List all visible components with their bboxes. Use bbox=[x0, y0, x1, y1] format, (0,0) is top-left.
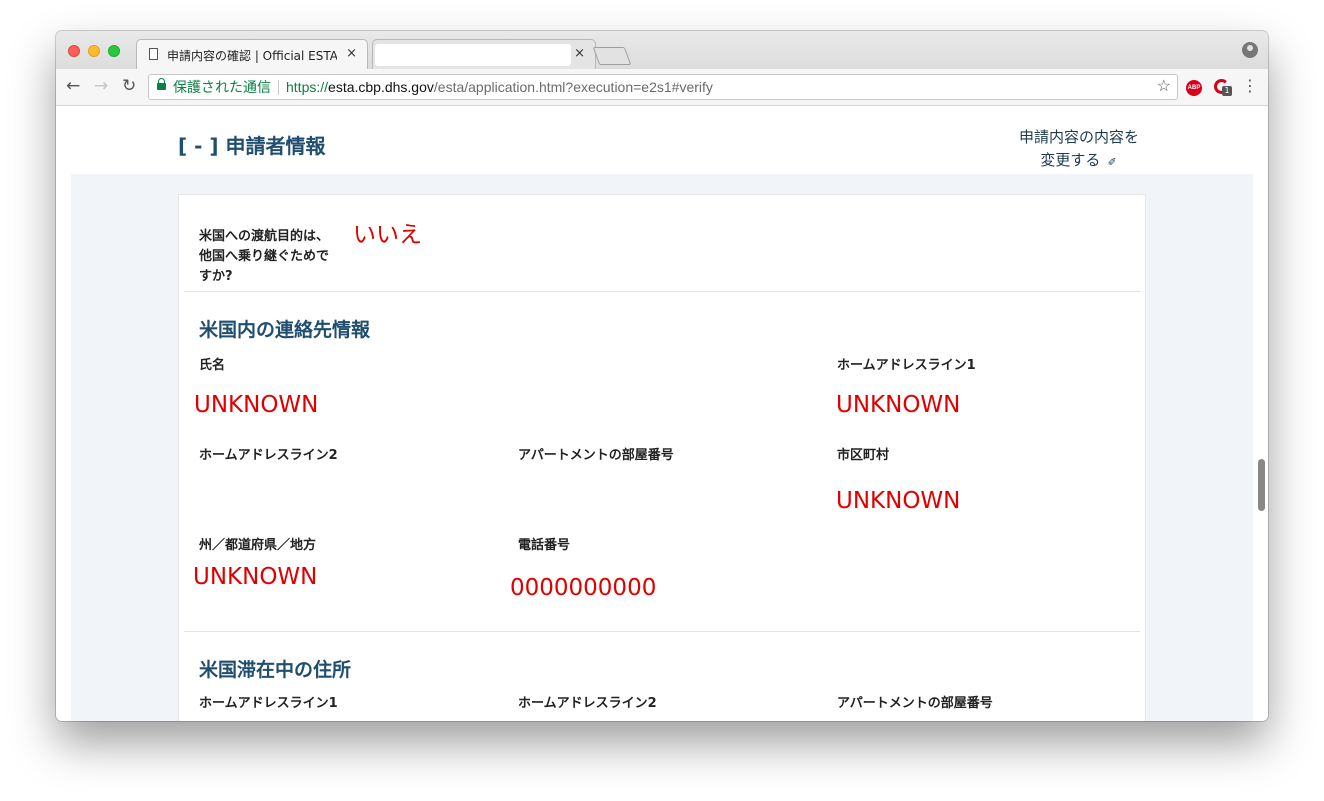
close-tab-icon[interactable]: × bbox=[574, 46, 585, 61]
tab-title: 申請内容の確認 | Official ESTA Application Webs… bbox=[167, 49, 337, 63]
document-icon bbox=[149, 48, 158, 60]
transit-question-label: 米国への渡航目的は、他国へ乗り継ぐためですか? bbox=[199, 229, 330, 284]
contact-address-line1-label: ホームアドレスライン1 bbox=[837, 358, 976, 373]
edit-link-line2: 変更する bbox=[1040, 151, 1101, 169]
forward-arrow-icon[interactable]: → bbox=[94, 77, 108, 95]
url-text[interactable]: https://esta.cbp.dhs.gov/esta/applicatio… bbox=[286, 75, 713, 99]
address-bar[interactable]: 保護された通信 https://esta.cbp.dhs.gov/esta/ap… bbox=[148, 74, 1178, 100]
reload-icon[interactable]: ↻ bbox=[122, 77, 136, 95]
contact-address-line2-label: ホームアドレスライン2 bbox=[199, 448, 338, 463]
contact-state-value: UNKNOWN bbox=[193, 564, 318, 590]
contact-city-label: 市区町村 bbox=[837, 448, 890, 463]
tab-strip: 申請内容の確認 | Official ESTA Application Webs… bbox=[56, 31, 1268, 69]
pencil-icon: ✏ bbox=[1105, 153, 1121, 170]
contact-state-label: 州／都道府県／地方 bbox=[199, 538, 317, 553]
secure-connection-label[interactable]: 保護された通信 bbox=[173, 75, 271, 99]
browser-window: 申請内容の確認 | Official ESTA Application Webs… bbox=[56, 31, 1268, 721]
contact-phone-value: 0000000000 bbox=[510, 575, 657, 601]
url-host: esta.cbp.dhs.gov bbox=[328, 79, 434, 95]
edit-link-line1: 申請内容の内容を bbox=[1018, 128, 1139, 146]
contact-name-value: UNKNOWN bbox=[194, 392, 319, 418]
bookmark-star-icon[interactable]: ☆ bbox=[1157, 75, 1171, 99]
edit-application-link[interactable]: 申請内容の内容を 変更する ✏ bbox=[1011, 126, 1147, 174]
us-contact-section-title: 米国内の連絡先情報 bbox=[199, 319, 371, 341]
contact-city-value: UNKNOWN bbox=[836, 488, 961, 514]
new-tab-button[interactable] bbox=[592, 47, 632, 65]
tab-blank[interactable]: × bbox=[372, 39, 596, 69]
close-window-button[interactable] bbox=[68, 45, 80, 57]
browser-toolbar: ← → ↻ 保護された通信 https://esta.cbp.dhs.gov/e… bbox=[56, 69, 1268, 106]
profile-icon[interactable] bbox=[1242, 42, 1258, 58]
section-divider bbox=[184, 291, 1140, 292]
tab-blank-title bbox=[375, 44, 571, 66]
close-tab-icon[interactable]: × bbox=[346, 46, 357, 61]
minimize-window-button[interactable] bbox=[88, 45, 100, 57]
back-arrow-icon[interactable]: ← bbox=[66, 77, 80, 95]
tab-esta-verify[interactable]: 申請内容の確認 | Official ESTA Application Webs… bbox=[136, 39, 368, 69]
contact-address-line1-value: UNKNOWN bbox=[836, 392, 961, 418]
applicant-info-card: 米国への渡航目的は、他国へ乗り継ぐためですか? いいえ 米国内の連絡先情報 氏名… bbox=[178, 194, 1146, 721]
extension-badge: 1 bbox=[1222, 86, 1232, 96]
menu-kebab-icon[interactable]: ⋮ bbox=[1242, 76, 1258, 95]
stay-address-line2-label: ホームアドレスライン2 bbox=[518, 696, 657, 711]
page-viewport: [ - ] 申請者情報 申請内容の内容を 変更する ✏ 米国への渡航目的は、他国へ… bbox=[56, 106, 1268, 721]
applicant-info-toggle[interactable]: [ - ] 申請者情報 bbox=[178, 130, 325, 159]
lock-icon bbox=[157, 78, 166, 90]
stay-address-line1-label: ホームアドレスライン1 bbox=[199, 696, 338, 711]
stay-apartment-label: アパートメントの部屋番号 bbox=[837, 696, 993, 711]
zoom-window-button[interactable] bbox=[108, 45, 120, 57]
section-divider bbox=[184, 631, 1140, 632]
adblock-icon[interactable]: ABP bbox=[1186, 80, 1202, 96]
address-divider bbox=[278, 80, 279, 95]
contact-name-label: 氏名 bbox=[199, 358, 226, 373]
url-protocol: https:// bbox=[286, 79, 329, 95]
us-stay-address-section-title: 米国滞在中の住所 bbox=[199, 659, 352, 681]
scrollbar-thumb[interactable] bbox=[1258, 459, 1265, 511]
url-path: /esta/application.html?execution=e2s1#ve… bbox=[433, 79, 713, 95]
contact-apartment-label: アパートメントの部屋番号 bbox=[518, 448, 674, 463]
transit-answer-value: いいえ bbox=[353, 222, 422, 248]
contact-phone-label: 電話番号 bbox=[518, 538, 571, 553]
